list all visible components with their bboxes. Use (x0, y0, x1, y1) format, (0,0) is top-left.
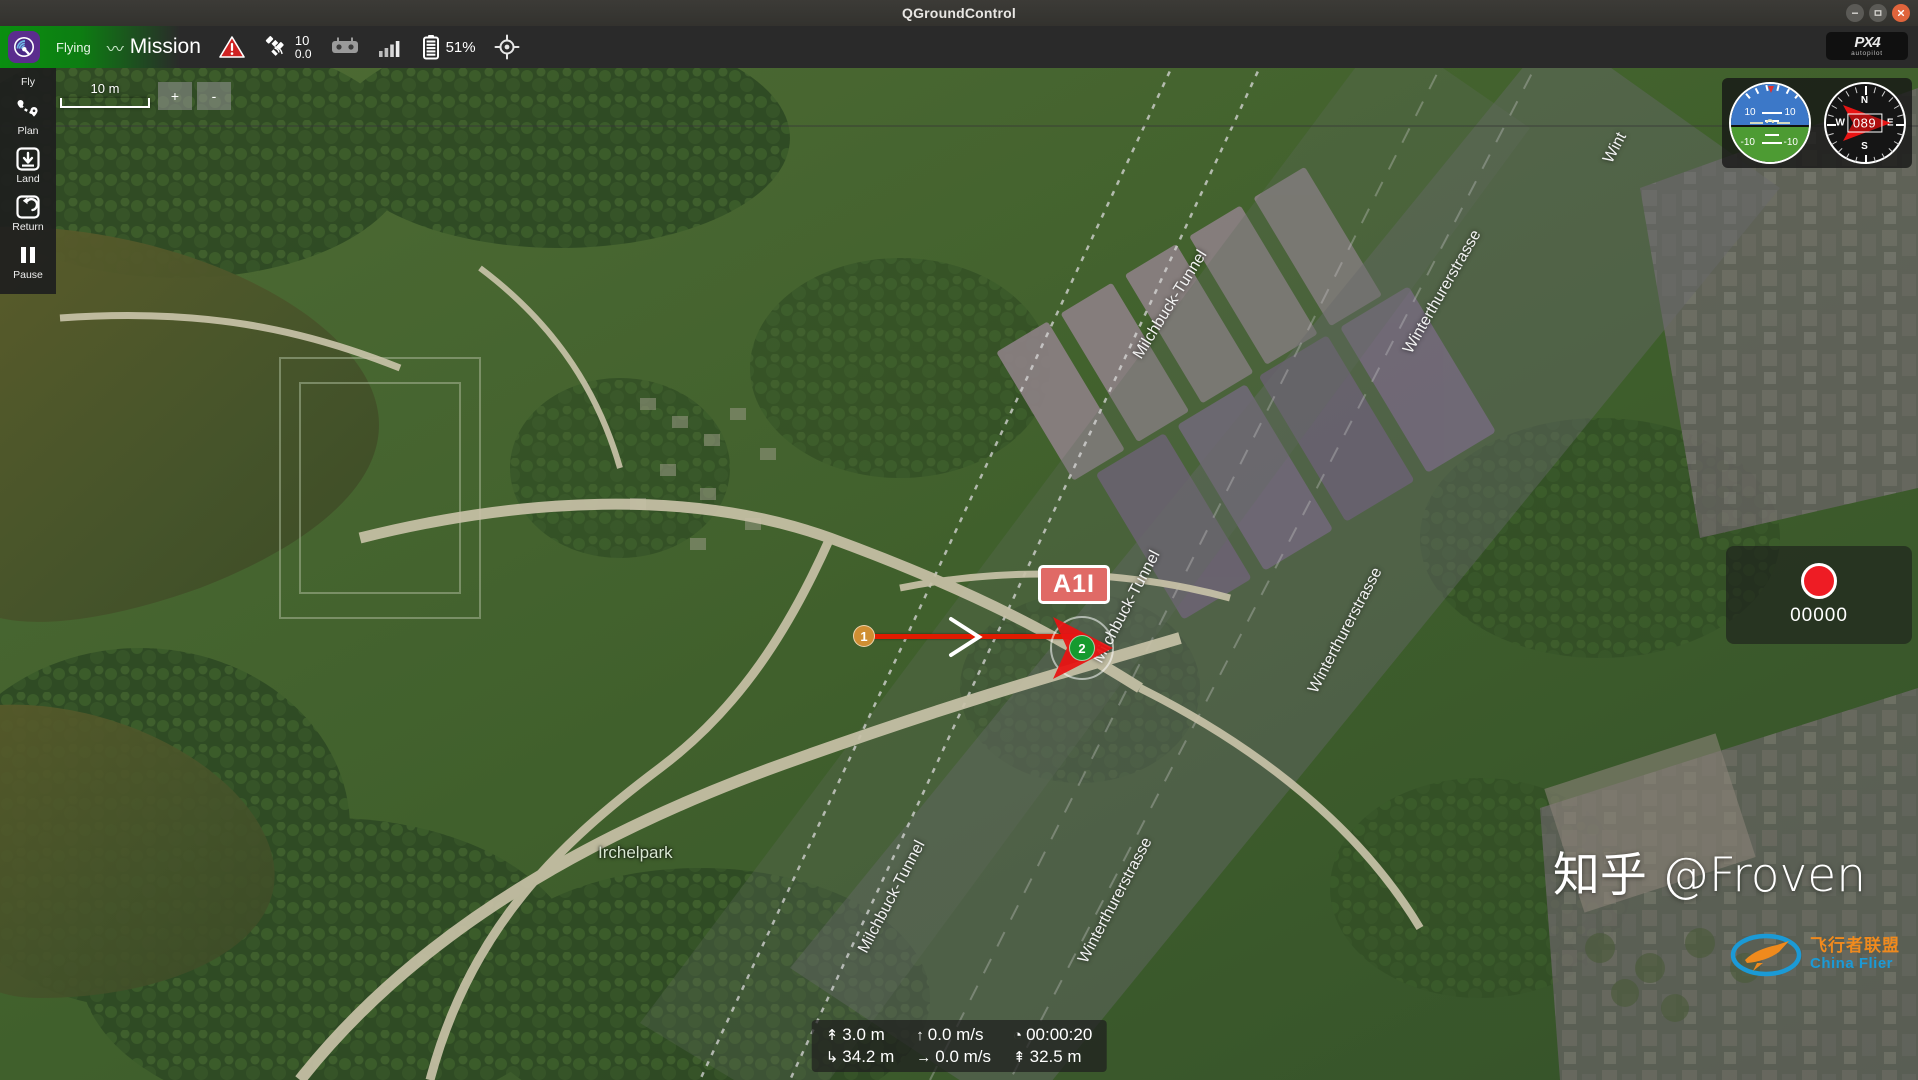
road-shield-a1i: A1I (1038, 565, 1110, 604)
map-scale-bar: 10 m (60, 81, 150, 108)
record-counter-label: 00000 (1790, 605, 1848, 626)
attitude-pitch-label-pos-right: 10 (1784, 107, 1796, 118)
window-title: QGroundControl (901, 5, 1016, 21)
china-flier-en-label: China Flier (1810, 955, 1894, 973)
flight-mode-label: Mission (129, 35, 201, 58)
attitude-pitch-label-neg-left: -10 (1740, 137, 1755, 148)
telem-altitude-agl-value: 32.5 m (1029, 1047, 1082, 1066)
gps-indicator[interactable]: 10 0.0 (263, 34, 312, 60)
battery-icon (422, 35, 439, 60)
mission-wave-icon: 〰 (106, 39, 124, 59)
tool-pause-label: Pause (13, 269, 43, 281)
return-home-icon (15, 194, 41, 220)
map-scale-label: 10 m (90, 81, 120, 96)
rc-link-indicator[interactable] (330, 36, 360, 58)
pause-icon (17, 242, 39, 268)
vehicle-marker[interactable]: 2 (1037, 603, 1127, 693)
waypoint-2[interactable]: 2 (1069, 635, 1095, 661)
ground-speed-icon: → (916, 1048, 932, 1066)
altitude-rel-icon: ↟ (825, 1027, 839, 1044)
record-button[interactable] (1801, 563, 1837, 599)
warning-triangle-icon (219, 36, 245, 58)
crosshair-target-icon (494, 34, 520, 60)
satellite-imagery (0, 68, 1918, 1080)
tool-pause[interactable]: Pause (0, 238, 56, 286)
attitude-pitch-bar (1761, 112, 1782, 114)
window-titlebar: QGroundControl (0, 0, 1918, 26)
map-view[interactable]: Irchelpark Milchbuck-Tunnel Milchbuck-Tu… (0, 68, 1918, 1080)
china-flier-cn-label: 飞行者联盟 (1810, 936, 1900, 957)
camera-control-widget: 00000 (1726, 546, 1912, 644)
waypoint-1[interactable]: 1 (853, 625, 875, 647)
tool-plan-label: Plan (17, 125, 39, 137)
maximize-button[interactable] (1869, 4, 1887, 22)
china-flier-watermark: 飞行者联盟 China Flier (1729, 930, 1900, 980)
telem-flight-time: ◔ 00:00:20 (1013, 1025, 1092, 1045)
gps-fix-indicator[interactable] (494, 34, 520, 60)
telem-ground-speed: → 0.0 m/s (916, 1047, 991, 1067)
heading-cross-icon (949, 617, 983, 657)
battery-percent-label: 51% (445, 38, 476, 56)
attitude-pitch-label-pos-left: 10 (1744, 107, 1756, 118)
tool-fly[interactable]: Fly (0, 72, 56, 94)
px4-brand-sub: autopilot (1851, 49, 1883, 57)
attitude-pitch-bar (1764, 134, 1779, 136)
telemetry-values-bar: ↟ 3.0 m ↑ 0.0 m/s ◔ 00:00:20 ↳ 34.2 m → … (811, 1020, 1107, 1072)
signal-bars-icon (378, 41, 399, 57)
attitude-aircraft-symbol (1749, 119, 1790, 124)
battery-indicator[interactable]: 51% (422, 34, 476, 60)
rc-controller-icon (331, 37, 358, 53)
window-controls (1846, 4, 1910, 22)
px4-brand-name: PX4 (1854, 33, 1880, 51)
flight-tool-strip: Fly Plan Land Return Pause (0, 68, 56, 294)
vehicle-warning-indicator[interactable] (219, 35, 245, 59)
telem-altitude-rel-value: 3.0 m (842, 1025, 885, 1044)
telem-altitude-agl: ⇞ 32.5 m (1013, 1047, 1092, 1067)
gps-hdop-value: 0.0 (294, 46, 312, 61)
zhihu-watermark: 知乎 @Froven (1552, 848, 1866, 903)
altitude-agl-icon: ⇞ (1013, 1049, 1026, 1066)
map-scale-rule (60, 98, 150, 108)
px4-brand-logo: PX4 autopilot (1826, 32, 1908, 60)
tool-return-label: Return (12, 221, 44, 233)
land-down-arrow-icon (15, 146, 41, 172)
attitude-pitch-label-neg-right: -10 (1783, 137, 1798, 148)
telem-altitude-rel: ↟ 3.0 m (826, 1025, 895, 1045)
tool-fly-label: Fly (21, 76, 35, 88)
gps-satellite-count: 10 (294, 32, 310, 48)
attitude-pitch-bar (1761, 142, 1782, 144)
qgroundcontrol-window: QGroundControl Flying 〰 Mission 10 0.0 5… (0, 0, 1918, 1080)
zoom-out-button[interactable]: - (197, 82, 231, 110)
telem-climb-rate-value: 0.0 m/s (927, 1025, 984, 1044)
tool-land[interactable]: Land (0, 142, 56, 190)
flight-mode-selector[interactable]: 〰 Mission (107, 35, 201, 60)
close-button[interactable] (1892, 4, 1910, 22)
telem-distance-home-value: 34.2 m (842, 1047, 895, 1066)
minimize-button[interactable] (1846, 4, 1864, 22)
qgc-toolbar: Flying 〰 Mission 10 0.0 51% PX4 autopilo… (0, 26, 1918, 68)
china-flier-logo-icon (1730, 933, 1802, 977)
route-pins-icon (14, 98, 42, 124)
tool-plan[interactable]: Plan (0, 94, 56, 142)
instrument-panel: 10 10 -10 -10 N S W 089 (1722, 78, 1912, 168)
satellite-icon (265, 36, 284, 56)
map-zoom-controls: + - (158, 82, 231, 110)
compass-heading-value: 089 (1846, 113, 1883, 133)
telem-climb-rate: ↑ 0.0 m/s (916, 1025, 991, 1045)
telem-ground-speed-value: 0.0 m/s (935, 1047, 992, 1066)
telem-flight-time-value: 00:00:20 (1026, 1025, 1093, 1044)
distance-home-icon: ↳ (825, 1049, 839, 1066)
attitude-indicator[interactable]: 10 10 -10 -10 (1728, 82, 1811, 164)
qgc-app-logo[interactable] (8, 31, 40, 63)
flight-state-label: Flying (56, 39, 91, 55)
telem-distance-home: ↳ 34.2 m (826, 1047, 895, 1067)
telemetry-signal-indicator[interactable] (378, 36, 404, 58)
compass-indicator[interactable]: N E S W 089 (1823, 82, 1906, 164)
zoom-in-button[interactable]: + (158, 82, 192, 110)
tool-return[interactable]: Return (0, 190, 56, 238)
climb-rate-icon: ↑ (916, 1026, 924, 1044)
tool-land-label: Land (16, 173, 40, 185)
flight-time-icon: ◔ (1013, 1026, 1023, 1044)
